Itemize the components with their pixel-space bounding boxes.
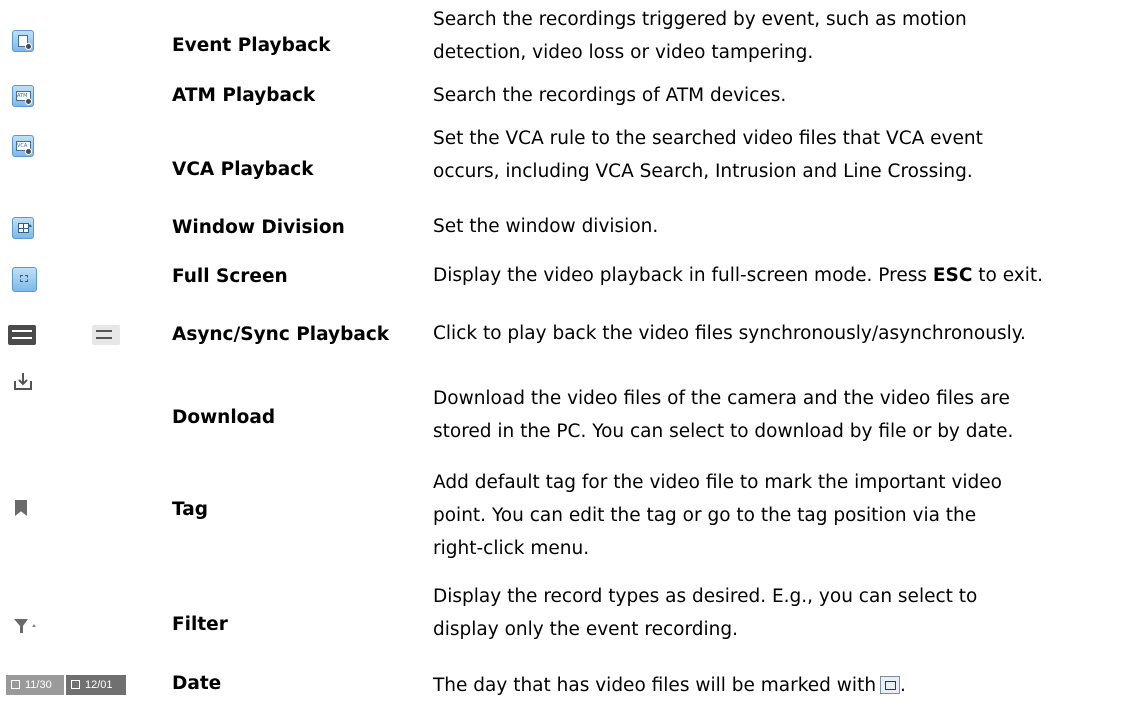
full-screen-icon (12, 267, 37, 292)
full-screen-desc: Display the video playback in full-scree… (433, 265, 1044, 286)
video-marker-icon (880, 676, 901, 694)
filter-icon (14, 619, 36, 633)
download-icon (14, 373, 32, 390)
event-playback-name: Event Playback (172, 35, 331, 56)
row-tag: Tag Add default tag for the video file t… (0, 438, 1132, 559)
vca-playback-desc: Set the VCA rule to the searched video f… (433, 128, 983, 182)
date-name: Date (172, 673, 222, 694)
row-window-division: Window Division Set the window division. (0, 213, 1132, 251)
date-cell-unmarked: 11/30 (6, 675, 64, 695)
window-division-icon (12, 217, 34, 239)
atm-playback-name: ATM Playback (172, 85, 316, 106)
row-atm-playback: ATM ATM Playback Search the recordings o… (0, 82, 1132, 116)
row-async-sync: Async/Sync Playback Click to play back t… (0, 319, 1132, 357)
date-cell-marked: 12/01 (66, 675, 126, 695)
atm-playback-icon: ATM (12, 85, 34, 107)
async-playback-icon (8, 325, 36, 345)
event-playback-desc: Search the recordings triggered by event… (433, 9, 967, 63)
filter-desc: Display the record types as desired. E.g… (433, 586, 978, 640)
row-date: 11/30 12/01 Date The day that has video … (0, 672, 1132, 698)
window-division-desc: Set the window division. (433, 216, 659, 237)
tag-name: Tag (172, 499, 208, 520)
row-filter: Filter Display the record types as desir… (0, 580, 1132, 648)
tag-desc: Add default tag for the video file to ma… (433, 472, 1002, 559)
full-screen-name: Full Screen (172, 266, 288, 287)
filter-name: Filter (172, 614, 228, 635)
vca-playback-name: VCA Playback (172, 159, 314, 180)
window-division-name: Window Division (172, 217, 345, 238)
date-desc: The day that has video files will be mar… (433, 675, 906, 696)
row-download: Download Download the video files of the… (0, 354, 1132, 442)
async-sync-desc: Click to play back the video files synch… (433, 323, 1026, 344)
tag-icon (15, 500, 27, 516)
event-playback-icon (12, 30, 34, 52)
row-full-screen: Full Screen Display the video playback i… (0, 262, 1132, 310)
atm-playback-desc: Search the recordings of ATM devices. (433, 85, 787, 106)
row-event-playback: Event Playback Search the recordings tri… (0, 0, 1132, 82)
download-name: Download (172, 407, 276, 428)
sync-playback-icon (92, 325, 120, 345)
row-vca-playback: VCA VCA Playback Set the VCA rule to the… (0, 116, 1132, 184)
vca-playback-icon: VCA (12, 135, 34, 157)
async-sync-name: Async/Sync Playback (172, 324, 390, 345)
